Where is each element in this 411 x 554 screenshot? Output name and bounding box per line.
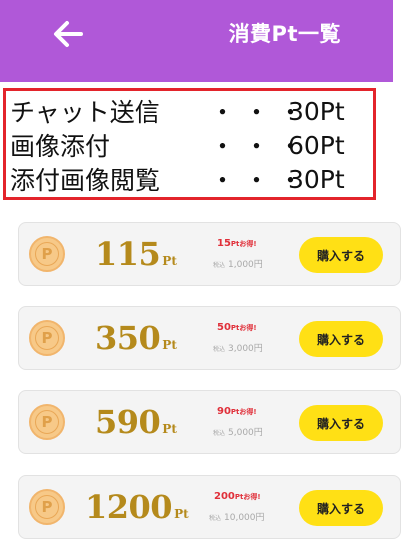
tax-label: 税込 xyxy=(213,346,226,353)
package-amount: 1200 Pt xyxy=(85,488,189,528)
bonus-number: 200 xyxy=(214,491,235,502)
bonus-text: お得! xyxy=(239,240,257,248)
amount-unit: Pt xyxy=(162,338,177,352)
bonus-label: 200Ptお得! xyxy=(214,491,261,502)
price-label: 税込 1,000円 xyxy=(213,257,263,270)
amount-number: 1200 xyxy=(85,488,173,526)
price-value: 5,000円 xyxy=(228,428,263,438)
cost-row-chat: チャット送信 ・・・ 30Pt xyxy=(10,94,373,128)
bonus-label: 90Ptお得! xyxy=(217,406,257,417)
package-amount: 115 Pt xyxy=(95,235,177,275)
price-value: 3,000円 xyxy=(228,344,263,354)
tax-label: 税込 xyxy=(213,430,226,437)
point-cost-list: チャット送信 ・・・ 30Pt 画像添付 ・・・ 60Pt 添付画像閲覧 ・・・… xyxy=(3,88,376,200)
price-value: 1,000円 xyxy=(228,260,263,270)
point-package-card: P 350 Pt 50Ptお得! 税込 3,000円 購入する xyxy=(18,306,401,370)
tax-label: 税込 xyxy=(213,262,226,269)
arrow-left-icon xyxy=(54,21,83,47)
package-amount: 590 Pt xyxy=(95,403,177,443)
cost-row-image-attach: 画像添付 ・・・ 60Pt xyxy=(10,128,373,162)
app-header: 消費Pt一覧 xyxy=(0,0,393,82)
bonus-label: 15Ptお得! xyxy=(217,238,257,249)
cost-row-image-view: 添付画像閲覧 ・・・ 30Pt xyxy=(10,162,373,196)
price-label: 税込 5,000円 xyxy=(213,425,263,438)
coin-icon: P xyxy=(29,489,65,525)
coin-letter: P xyxy=(35,410,59,434)
package-amount: 350 Pt xyxy=(95,319,177,359)
amount-number: 350 xyxy=(95,319,161,357)
coin-letter: P xyxy=(35,495,59,519)
price-value: 10,000円 xyxy=(224,513,265,523)
buy-button[interactable]: 購入する xyxy=(299,321,383,357)
price-label: 税込 10,000円 xyxy=(209,510,265,523)
cost-value: 30Pt xyxy=(288,96,345,126)
buy-button[interactable]: 購入する xyxy=(299,237,383,273)
bonus-number: 90 xyxy=(217,406,231,417)
back-button[interactable] xyxy=(50,16,86,52)
coin-letter: P xyxy=(35,326,59,350)
amount-unit: Pt xyxy=(162,422,177,436)
tax-label: 税込 xyxy=(209,515,222,522)
point-package-card: P 1200 Pt 200Ptお得! 税込 10,000円 購入する xyxy=(18,475,401,539)
buy-button[interactable]: 購入する xyxy=(299,490,383,526)
cost-dots: ・・・ xyxy=(210,166,313,195)
cost-value: 60Pt xyxy=(288,130,345,160)
coin-icon: P xyxy=(29,236,65,272)
cost-name: 添付画像閲覧 xyxy=(10,166,161,195)
cost-dots: ・・・ xyxy=(210,132,313,161)
page-title: 消費Pt一覧 xyxy=(228,22,341,46)
cost-value: 30Pt xyxy=(288,164,345,194)
point-package-card: P 590 Pt 90Ptお得! 税込 5,000円 購入する xyxy=(18,390,401,454)
coin-icon: P xyxy=(29,404,65,440)
coin-icon: P xyxy=(29,320,65,356)
amount-number: 115 xyxy=(95,235,161,273)
bonus-text: お得! xyxy=(239,408,257,416)
bonus-label: 50Ptお得! xyxy=(217,322,257,333)
price-label: 税込 3,000円 xyxy=(213,341,263,354)
amount-unit: Pt xyxy=(162,254,177,268)
bonus-text: お得! xyxy=(239,324,257,332)
cost-name: チャット送信 xyxy=(10,98,160,127)
amount-unit: Pt xyxy=(174,507,189,521)
amount-number: 590 xyxy=(95,403,161,441)
buy-button[interactable]: 購入する xyxy=(299,405,383,441)
coin-letter: P xyxy=(35,242,59,266)
bonus-text: お得! xyxy=(243,493,261,501)
bonus-number: 50 xyxy=(217,322,231,333)
cost-name: 画像添付 xyxy=(10,132,111,161)
cost-dots: ・・・ xyxy=(210,98,313,127)
bonus-number: 15 xyxy=(217,238,231,249)
point-package-card: P 115 Pt 15Ptお得! 税込 1,000円 購入する xyxy=(18,222,401,286)
